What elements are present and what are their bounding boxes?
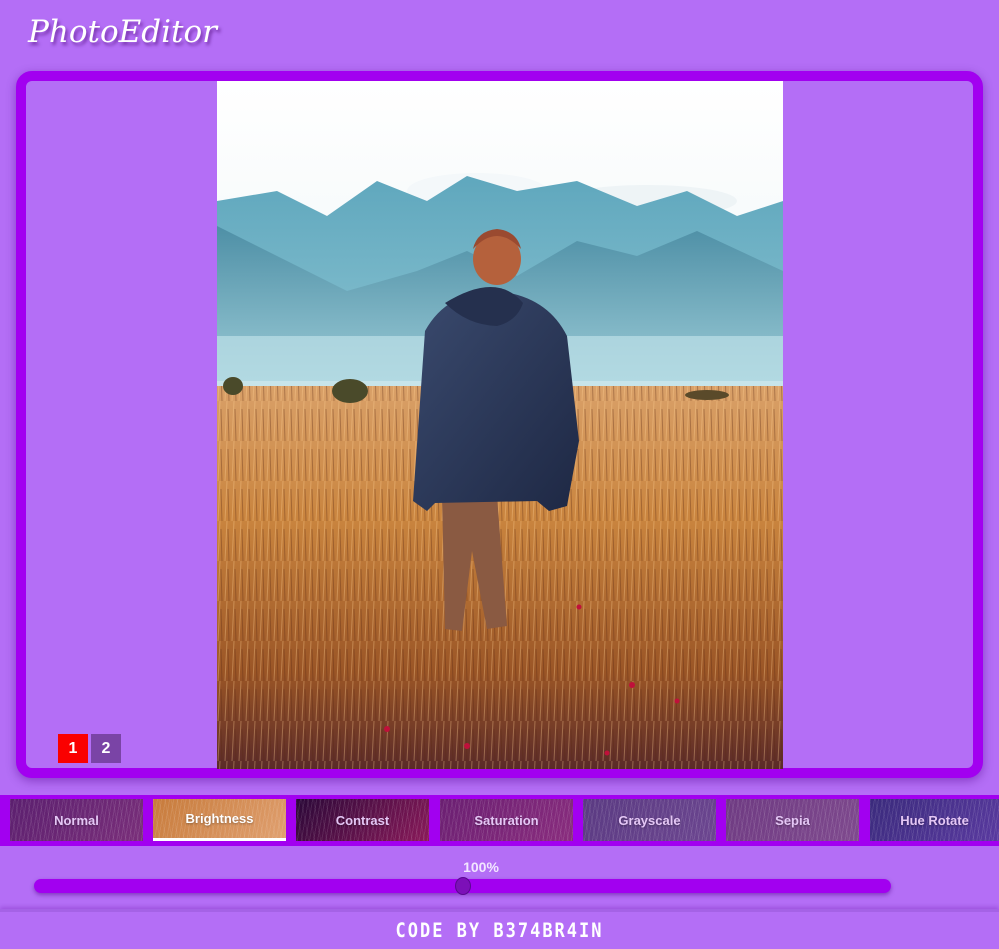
adjustment-slider[interactable] [34, 877, 891, 895]
filter-label: Contrast [335, 812, 390, 828]
page-2-button[interactable]: 2 [91, 734, 121, 763]
adjustment-slider-section: 100% [0, 846, 999, 909]
filter-label: Saturation [474, 812, 539, 828]
filter-label: Brightness [185, 811, 254, 826]
filter-normal[interactable]: Normal [10, 799, 143, 841]
app-title: PhotoEditor [28, 14, 217, 50]
slider-value-label: 100% [463, 859, 499, 875]
filter-saturation[interactable]: Saturation [440, 799, 573, 841]
editor-frame: 1 2 [16, 71, 983, 778]
filter-label: Hue Rotate [900, 812, 969, 828]
photo-preview [217, 81, 783, 769]
filter-grayscale[interactable]: Grayscale [583, 799, 716, 841]
footer: CODE BY B374BR4IN [0, 909, 999, 949]
filter-label: Normal [54, 812, 99, 828]
filter-label: Grayscale [618, 812, 681, 828]
filter-brightness[interactable]: Brightness [153, 799, 286, 841]
footer-credit: CODE BY B374BR4IN [395, 919, 604, 942]
page-1-button[interactable]: 1 [58, 734, 88, 763]
photo-image [217, 81, 783, 769]
filter-bar: Normal Brightness Contrast Saturation Gr… [0, 795, 999, 846]
slider-thumb[interactable] [454, 877, 471, 895]
filter-hue-rotate[interactable]: Hue Rotate [870, 799, 999, 841]
filter-contrast[interactable]: Contrast [296, 799, 429, 841]
filter-label: Sepia [775, 812, 810, 828]
filter-sepia[interactable]: Sepia [726, 799, 859, 841]
